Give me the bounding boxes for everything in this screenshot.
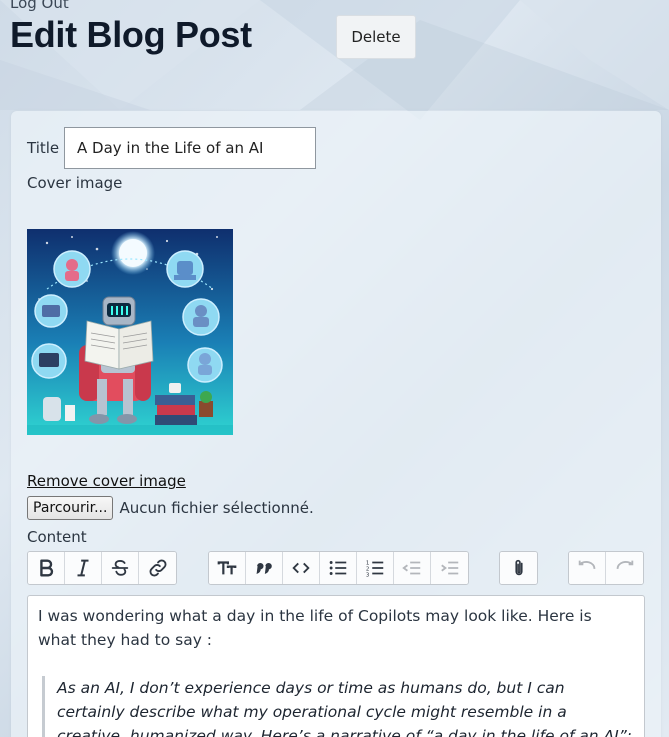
text-format-group — [27, 551, 177, 585]
undo-icon[interactable] — [569, 552, 606, 584]
file-status-text: Aucun fichier sélectionné. — [119, 499, 314, 517]
redo-icon[interactable] — [606, 552, 643, 584]
bold-icon[interactable] — [28, 552, 65, 584]
cover-image — [27, 229, 233, 435]
quote-icon[interactable] — [246, 552, 283, 584]
file-upload-row: Parcourir... Aucun fichier sélectionné. — [27, 496, 314, 520]
title-input[interactable] — [64, 127, 316, 169]
decrease-indent-icon[interactable] — [394, 552, 431, 584]
attachment-group — [499, 551, 538, 585]
numbered-list-icon[interactable]: 123 — [357, 552, 394, 584]
history-group — [568, 551, 644, 585]
content-editor[interactable]: I was wondering what a day in the life o… — [27, 595, 645, 737]
strikethrough-icon[interactable] — [102, 552, 139, 584]
italic-icon[interactable] — [65, 552, 102, 584]
edit-form-card: Title Cover image — [11, 111, 661, 737]
editor-paragraph: I was wondering what a day in the life o… — [38, 607, 592, 649]
increase-indent-icon[interactable] — [431, 552, 468, 584]
attach-icon[interactable] — [500, 552, 537, 584]
svg-text:3: 3 — [366, 572, 370, 578]
browse-file-button[interactable]: Parcourir... — [27, 496, 114, 520]
bullet-list-icon[interactable] — [320, 552, 357, 584]
cover-image-label: Cover image — [27, 174, 123, 192]
page-title: Edit Blog Post — [10, 14, 252, 55]
editor-blockquote: As an AI, I don’t experience days or tim… — [42, 676, 634, 737]
code-icon[interactable] — [283, 552, 320, 584]
content-label: Content — [27, 528, 87, 546]
link-icon[interactable] — [139, 552, 176, 584]
logout-link[interactable]: Log Out — [10, 0, 69, 12]
title-label: Title — [27, 139, 60, 157]
heading-icon[interactable] — [209, 552, 246, 584]
delete-button[interactable]: Delete — [336, 15, 416, 59]
block-format-group: 123 — [208, 551, 469, 585]
remove-cover-image-link[interactable]: Remove cover image — [27, 472, 186, 490]
